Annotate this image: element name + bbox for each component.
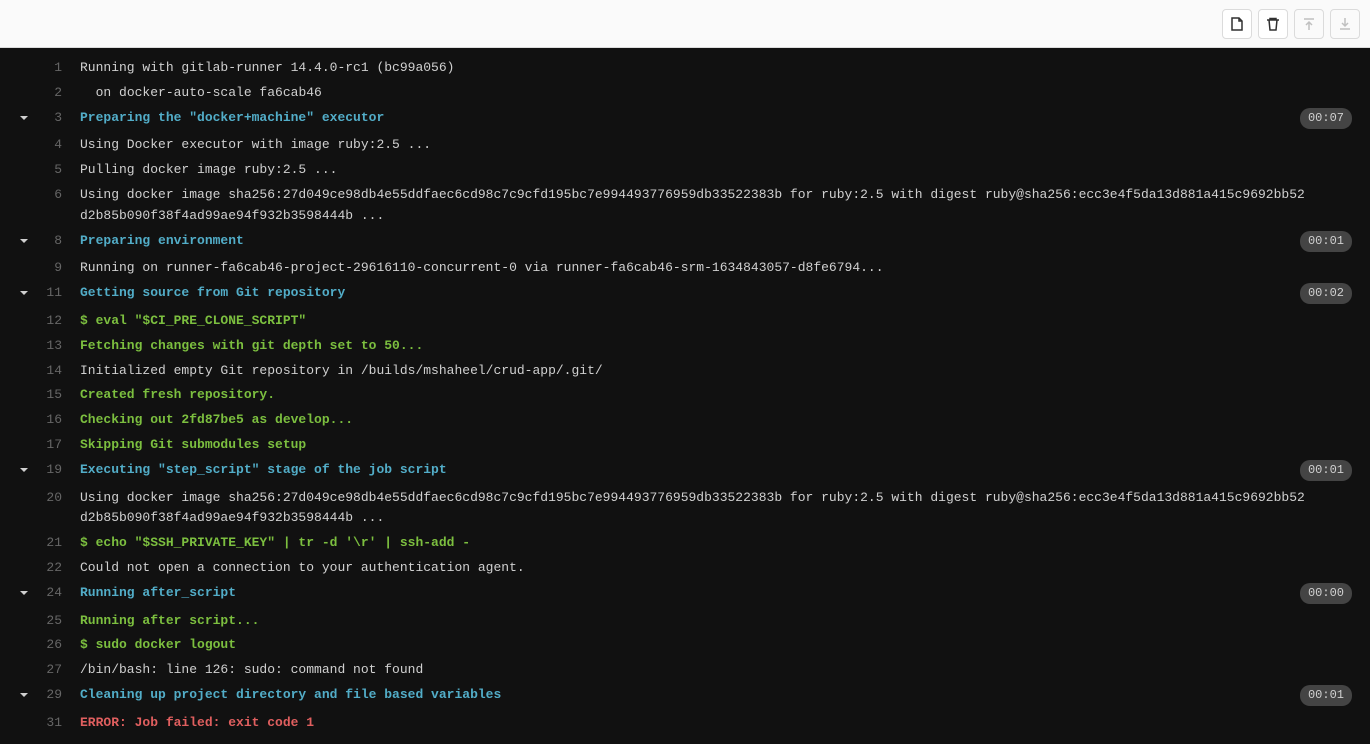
log-line: 11Getting source from Git repository00:0… xyxy=(0,281,1370,309)
log-line: 25Running after script... xyxy=(0,609,1370,634)
log-line: 15Created fresh repository. xyxy=(0,383,1370,408)
log-line-content: Preparing the "docker+machine" executor xyxy=(72,108,1370,132)
log-line-content: on docker-auto-scale fa6cab46 xyxy=(72,83,1370,104)
log-line: 12$ eval "$CI_PRE_CLONE_SCRIPT" xyxy=(0,309,1370,334)
line-number[interactable]: 24 xyxy=(40,583,72,607)
log-line: 22Could not open a connection to your au… xyxy=(0,556,1370,581)
chevron-down-icon[interactable] xyxy=(18,234,30,255)
file-icon xyxy=(1229,16,1245,32)
log-line: 13Fetching changes with git depth set to… xyxy=(0,334,1370,359)
log-line-content: Using docker image sha256:27d049ce98db4e… xyxy=(72,185,1370,227)
show-complete-raw-button[interactable] xyxy=(1222,9,1252,39)
log-line: 8Preparing environment00:01 xyxy=(0,229,1370,257)
log-line: 9Running on runner-fa6cab46-project-2961… xyxy=(0,256,1370,281)
log-line-content: Getting source from Git repository xyxy=(72,283,1370,307)
line-number[interactable]: 21 xyxy=(40,533,72,554)
log-line-content: Fetching changes with git depth set to 5… xyxy=(72,336,1370,357)
chevron-down-icon[interactable] xyxy=(18,111,30,132)
log-line-content: Using Docker executor with image ruby:2.… xyxy=(72,135,1370,156)
line-number[interactable]: 11 xyxy=(40,283,72,307)
log-line: 26$ sudo docker logout xyxy=(0,633,1370,658)
log-line: 16Checking out 2fd87be5 as develop... xyxy=(0,408,1370,433)
line-number[interactable]: 2 xyxy=(40,83,72,104)
section-duration-badge: 00:01 xyxy=(1300,231,1352,252)
line-number[interactable]: 12 xyxy=(40,311,72,332)
line-number[interactable]: 1 xyxy=(40,58,72,79)
section-duration-badge: 00:01 xyxy=(1300,685,1352,706)
log-line: 3Preparing the "docker+machine" executor… xyxy=(0,106,1370,134)
log-line-content: ERROR: Job failed: exit code 1 xyxy=(72,713,1370,734)
chevron-down-icon[interactable] xyxy=(18,286,30,307)
job-log: 1Running with gitlab-runner 14.4.0-rc1 (… xyxy=(0,48,1370,744)
chevron-down-icon[interactable] xyxy=(18,463,30,484)
line-number[interactable]: 4 xyxy=(40,135,72,156)
line-number[interactable]: 5 xyxy=(40,160,72,181)
line-number[interactable]: 20 xyxy=(40,488,72,530)
trash-icon xyxy=(1265,16,1281,32)
log-line: 31ERROR: Job failed: exit code 1 xyxy=(0,711,1370,736)
log-line-content: Skipping Git submodules setup xyxy=(72,435,1370,456)
line-number[interactable]: 3 xyxy=(40,108,72,132)
log-line: 6Using docker image sha256:27d049ce98db4… xyxy=(0,183,1370,229)
log-line-content: Pulling docker image ruby:2.5 ... xyxy=(72,160,1370,181)
log-line: 1Running with gitlab-runner 14.4.0-rc1 (… xyxy=(0,56,1370,81)
line-number[interactable]: 15 xyxy=(40,385,72,406)
log-line: 24Running after_script00:00 xyxy=(0,581,1370,609)
log-line-content: Could not open a connection to your auth… xyxy=(72,558,1370,579)
chevron-down-icon[interactable] xyxy=(18,688,30,709)
log-line-content: Running with gitlab-runner 14.4.0-rc1 (b… xyxy=(72,58,1370,79)
line-number[interactable]: 9 xyxy=(40,258,72,279)
line-number[interactable]: 13 xyxy=(40,336,72,357)
log-line: 5Pulling docker image ruby:2.5 ... xyxy=(0,158,1370,183)
log-line: 17Skipping Git submodules setup xyxy=(0,433,1370,458)
log-line-content: Running on runner-fa6cab46-project-29616… xyxy=(72,258,1370,279)
section-duration-badge: 00:07 xyxy=(1300,108,1352,129)
log-line: 4Using Docker executor with image ruby:2… xyxy=(0,133,1370,158)
section-duration-badge: 00:00 xyxy=(1300,583,1352,604)
line-number[interactable]: 26 xyxy=(40,635,72,656)
line-number[interactable]: 17 xyxy=(40,435,72,456)
line-number[interactable]: 8 xyxy=(40,231,72,255)
log-line-content: Executing "step_script" stage of the job… xyxy=(72,460,1370,484)
section-duration-badge: 00:02 xyxy=(1300,283,1352,304)
scroll-top-button[interactable] xyxy=(1294,9,1324,39)
section-duration-badge: 00:01 xyxy=(1300,460,1352,481)
log-line-content: $ echo "$SSH_PRIVATE_KEY" | tr -d '\r' |… xyxy=(72,533,1370,554)
log-line-content: Running after script... xyxy=(72,611,1370,632)
log-line-content: Preparing environment xyxy=(72,231,1370,255)
log-line: 14Initialized empty Git repository in /b… xyxy=(0,359,1370,384)
log-line-content: Running after_script xyxy=(72,583,1370,607)
scroll-up-icon xyxy=(1301,16,1317,32)
log-line: 20Using docker image sha256:27d049ce98db… xyxy=(0,486,1370,532)
line-number[interactable]: 27 xyxy=(40,660,72,681)
log-line-content: Created fresh repository. xyxy=(72,385,1370,406)
line-number[interactable]: 31 xyxy=(40,713,72,734)
log-line: 2 on docker-auto-scale fa6cab46 xyxy=(0,81,1370,106)
chevron-down-icon[interactable] xyxy=(18,586,30,607)
line-number[interactable]: 6 xyxy=(40,185,72,227)
line-number[interactable]: 19 xyxy=(40,460,72,484)
line-number[interactable]: 25 xyxy=(40,611,72,632)
log-line: 27/bin/bash: line 126: sudo: command not… xyxy=(0,658,1370,683)
log-line: 21$ echo "$SSH_PRIVATE_KEY" | tr -d '\r'… xyxy=(0,531,1370,556)
log-line-content: $ eval "$CI_PRE_CLONE_SCRIPT" xyxy=(72,311,1370,332)
log-line-content: $ sudo docker logout xyxy=(72,635,1370,656)
scroll-bottom-button[interactable] xyxy=(1330,9,1360,39)
log-line-content: Initialized empty Git repository in /bui… xyxy=(72,361,1370,382)
log-line-content: Using docker image sha256:27d049ce98db4e… xyxy=(72,488,1370,530)
scroll-down-icon xyxy=(1337,16,1353,32)
line-number[interactable]: 14 xyxy=(40,361,72,382)
erase-job-log-button[interactable] xyxy=(1258,9,1288,39)
line-number[interactable]: 22 xyxy=(40,558,72,579)
log-line-content: /bin/bash: line 126: sudo: command not f… xyxy=(72,660,1370,681)
log-line-content: Checking out 2fd87be5 as develop... xyxy=(72,410,1370,431)
line-number[interactable]: 16 xyxy=(40,410,72,431)
log-line: 19Executing "step_script" stage of the j… xyxy=(0,458,1370,486)
log-toolbar xyxy=(0,0,1370,48)
